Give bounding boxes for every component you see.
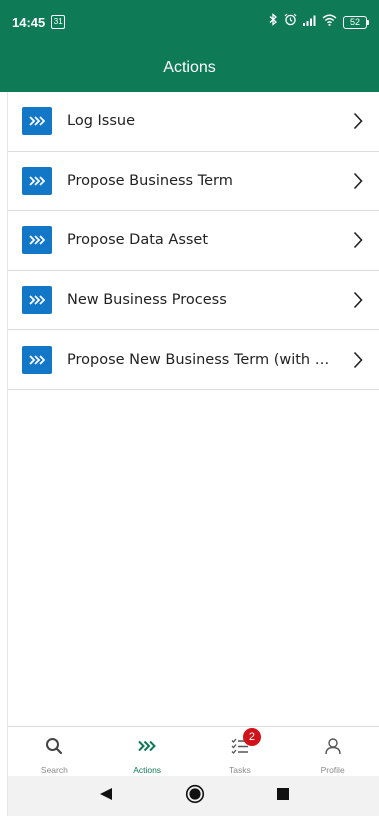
signal-icon bbox=[303, 13, 316, 31]
chevron-right-icon bbox=[351, 171, 365, 191]
nav-label: Search bbox=[40, 765, 68, 775]
wifi-icon bbox=[322, 13, 337, 31]
nav-item-search[interactable]: Search bbox=[8, 727, 101, 776]
action-label: Propose Data Asset bbox=[67, 232, 209, 249]
nav-item-tasks[interactable]: 2 Tasks bbox=[194, 727, 287, 776]
chevrons-right-icon bbox=[22, 166, 52, 195]
chevrons-right-icon bbox=[22, 107, 52, 136]
page-title: Actions bbox=[163, 59, 216, 76]
home-icon[interactable] bbox=[185, 784, 205, 809]
action-item-new-business-process[interactable]: New Business Process bbox=[8, 271, 379, 331]
battery-level: 52 bbox=[343, 15, 367, 29]
back-icon[interactable] bbox=[99, 787, 113, 806]
chevron-right-icon bbox=[351, 350, 365, 370]
system-nav-bar bbox=[8, 776, 379, 816]
nav-label: Actions bbox=[133, 765, 162, 775]
nav-item-actions[interactable]: Actions bbox=[101, 727, 194, 776]
status-bar: 14:45 31 52 bbox=[0, 0, 379, 44]
nav-label: Tasks bbox=[229, 765, 251, 775]
nav-label: Profile bbox=[320, 765, 345, 775]
chevrons-right-icon bbox=[22, 226, 52, 255]
search-icon bbox=[45, 735, 63, 757]
action-label: Propose New Business Term (with Duplic..… bbox=[67, 351, 339, 368]
nav-item-profile[interactable]: Profile bbox=[286, 727, 379, 776]
chevron-right-icon bbox=[351, 230, 365, 250]
status-left: 14:45 31 bbox=[12, 14, 66, 30]
chevron-right-icon bbox=[351, 111, 365, 131]
calendar-icon: 31 bbox=[51, 15, 66, 29]
recents-icon[interactable] bbox=[276, 787, 289, 805]
status-right: 52 bbox=[269, 13, 369, 31]
action-item-propose-business-term[interactable]: Propose Business Term bbox=[8, 152, 379, 212]
chevrons-right-icon bbox=[22, 286, 52, 315]
action-list: Log Issue Propose Business Term Propose … bbox=[8, 92, 379, 390]
chevron-right-icon bbox=[351, 290, 365, 310]
profile-icon bbox=[324, 735, 342, 757]
left-edge-divider bbox=[0, 92, 8, 816]
bottom-nav: Search Actions 2 Tasks Profile bbox=[8, 726, 379, 776]
status-time: 14:45 bbox=[12, 14, 46, 30]
action-item-log-issue[interactable]: Log Issue bbox=[8, 92, 379, 152]
chevrons-right-icon bbox=[138, 735, 157, 757]
battery-icon: 52 bbox=[343, 15, 369, 29]
action-item-propose-new-business-term-duplicates[interactable]: Propose New Business Term (with Duplic..… bbox=[8, 330, 379, 390]
tasks-count-badge: 2 bbox=[242, 728, 261, 746]
action-item-propose-data-asset[interactable]: Propose Data Asset bbox=[8, 211, 379, 271]
bluetooth-icon bbox=[269, 13, 278, 31]
action-label: Log Issue bbox=[67, 113, 136, 130]
chevrons-right-icon bbox=[22, 345, 52, 374]
battery-tip bbox=[367, 19, 369, 25]
action-label: New Business Process bbox=[67, 292, 227, 309]
action-label: Propose Business Term bbox=[67, 172, 233, 189]
tasks-icon: 2 bbox=[231, 728, 261, 757]
alarm-icon bbox=[284, 13, 297, 31]
app-bar: Actions bbox=[0, 44, 379, 92]
